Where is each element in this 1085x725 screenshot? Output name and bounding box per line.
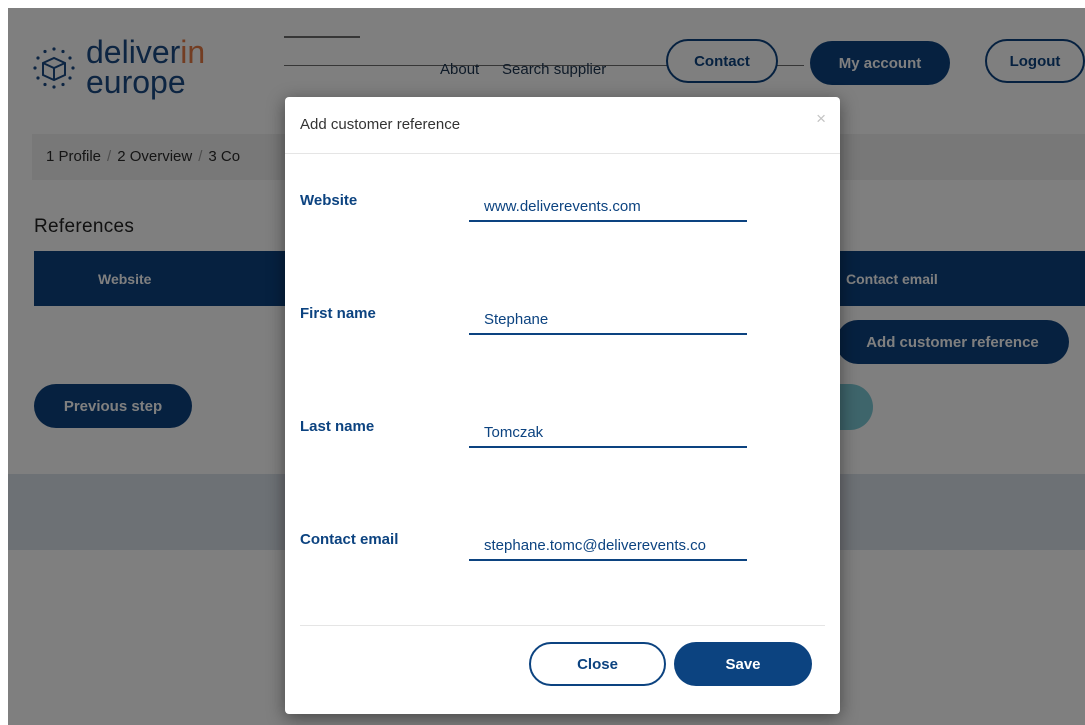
modal-title: Add customer reference xyxy=(300,116,461,133)
modal-header: Add customer reference × xyxy=(285,97,840,154)
last-name-input[interactable] xyxy=(469,418,747,448)
first-name-input[interactable] xyxy=(469,305,747,335)
website-label: Website xyxy=(300,192,358,209)
close-button[interactable]: Close xyxy=(529,642,666,686)
contact-email-label: Contact email xyxy=(300,531,399,548)
first-name-label: First name xyxy=(300,305,376,322)
save-button[interactable]: Save xyxy=(674,642,812,686)
website-input[interactable] xyxy=(469,192,747,222)
page: deliverin europe About Search supplier C… xyxy=(8,8,1085,725)
contact-email-input[interactable] xyxy=(469,531,747,561)
add-customer-reference-modal: Add customer reference × Website First n… xyxy=(285,97,840,714)
last-name-label: Last name xyxy=(300,418,375,435)
modal-footer-divider xyxy=(300,625,825,626)
close-icon[interactable]: × xyxy=(816,110,826,127)
